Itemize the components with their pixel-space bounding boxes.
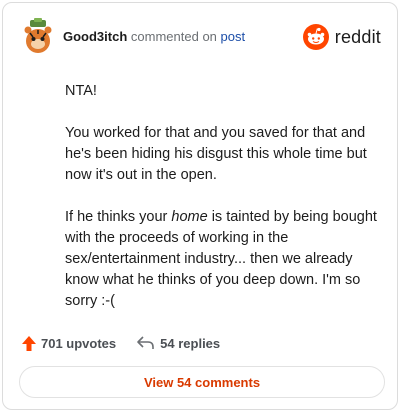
- avatar[interactable]: [21, 17, 55, 55]
- post-link[interactable]: post: [221, 29, 246, 44]
- comment-stats: 701 upvotes 54 replies: [21, 333, 240, 353]
- brand-wordmark: reddit: [334, 26, 381, 47]
- emphasized-word: home: [171, 209, 208, 225]
- replies-count: 54 replies: [160, 335, 221, 351]
- comment-paragraph: You worked for that and you saved for th…: [65, 125, 367, 183]
- comment-paragraph: NTA!: [65, 83, 97, 99]
- comment-body: NTA! You worked for that and you saved f…: [65, 81, 381, 312]
- comment-paragraph: If he thinks your home is tainted by bei…: [65, 207, 381, 312]
- comment-text: If he thinks your: [65, 209, 172, 225]
- reply-arrow-icon: [137, 336, 154, 349]
- reddit-logo[interactable]: reddit: [302, 23, 381, 51]
- action-text: commented on: [130, 29, 217, 44]
- byline: Good3itch commented on post: [63, 29, 245, 45]
- comment-card: Good3itch commented on post reddit NTA! …: [2, 2, 398, 410]
- upvotes-stat[interactable]: 701 upvotes: [21, 335, 116, 352]
- upvote-arrow-icon: [22, 335, 36, 351]
- view-comments-button[interactable]: View 54 comments: [19, 366, 385, 398]
- upvotes-count: 701 upvotes: [41, 335, 117, 351]
- reddit-snoo-icon: [302, 24, 329, 50]
- username[interactable]: Good3itch: [63, 29, 127, 44]
- replies-stat[interactable]: 54 replies: [136, 335, 220, 351]
- comment-header: Good3itch commented on post reddit: [21, 17, 381, 57]
